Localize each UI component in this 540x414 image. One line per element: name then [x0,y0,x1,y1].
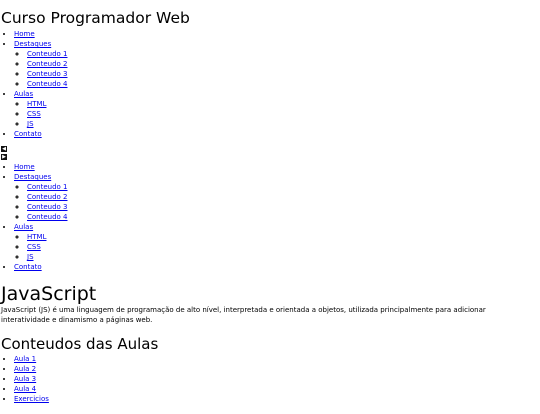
submenu-item: Conteudo 2 [27,59,539,69]
submenu-link-css[interactable]: CSS [27,110,41,118]
submenu-link-conteudo-1[interactable]: Conteudo 1 [27,183,68,191]
site-title: Curso Programador Web [1,9,190,27]
submenu-link-js[interactable]: JS [27,253,34,261]
submenu-item: Conteudo 2 [27,192,539,202]
menu-item-destaques: Destaques Conteudo 1 Conteudo 2 Conteudo… [14,39,539,89]
menu-item-aulas: Aulas HTML CSS JS [14,222,539,262]
submenu-item: Conteudo 1 [27,49,539,59]
menu-link-destaques[interactable]: Destaques [14,40,51,48]
menu-toggle-controls: ◀ ▶ [1,146,539,160]
submenu-item: Conteudo 4 [27,79,539,89]
submenu-link-conteudo-4[interactable]: Conteudo 4 [27,213,68,221]
page: Curso Programador Web Home Destaques Con… [0,9,540,404]
menu-item-destaques: Destaques Conteudo 1 Conteudo 2 Conteudo… [14,172,539,222]
submenu-link-html[interactable]: HTML [27,233,46,241]
submenu-item: CSS [27,242,539,252]
contents-link-aula-3[interactable]: Aula 3 [14,375,36,383]
list-item: Aula 4 [14,384,539,394]
menu-link-home[interactable]: Home [14,163,35,171]
list-item: Exercicios [14,394,539,404]
menu-link-home[interactable]: Home [14,30,35,38]
contents-link-aula-4[interactable]: Aula 4 [14,385,36,393]
menu-link-destaques[interactable]: Destaques [14,173,51,181]
submenu-item: CSS [27,109,539,119]
submenu-link-html[interactable]: HTML [27,100,46,108]
submenu-item: JS [27,252,539,262]
submenu-link-conteudo-3[interactable]: Conteudo 3 [27,203,68,211]
list-item: Aula 2 [14,364,539,374]
menu-link-aulas[interactable]: Aulas [14,90,33,98]
submenu-item: Conteudo 3 [27,202,539,212]
submenu-item: HTML [27,99,539,109]
submenu-item: Conteudo 3 [27,69,539,79]
article-text: JavaScript (JS) é uma linguagem de progr… [1,306,486,324]
menu-item-contato: Contato [14,262,539,272]
article-title: JavaScript [1,283,97,305]
submenu-link-css[interactable]: CSS [27,243,41,251]
next-arrow-icon[interactable]: ▶ [1,154,7,160]
contents-link-exercicios[interactable]: Exercicios [14,395,49,403]
submenu-aulas: HTML CSS JS [14,99,539,129]
menu-item-contato: Contato [14,129,539,139]
menu-link-contato[interactable]: Contato [14,263,42,271]
submenu-link-conteudo-2[interactable]: Conteudo 2 [27,60,68,68]
contents-link-aula-2[interactable]: Aula 2 [14,365,36,373]
contents-list: Aula 1 Aula 2 Aula 3 Aula 4 Exercicios [1,354,539,404]
prev-arrow-icon[interactable]: ◀ [1,146,7,152]
submenu-link-js[interactable]: JS [27,120,34,128]
submenu-link-conteudo-2[interactable]: Conteudo 2 [27,193,68,201]
contents-link-aula-1[interactable]: Aula 1 [14,355,36,363]
submenu-link-conteudo-3[interactable]: Conteudo 3 [27,70,68,78]
menu-link-contato[interactable]: Contato [14,130,42,138]
contents-title: Conteudos das Aulas [1,335,159,353]
submenu-aulas: HTML CSS JS [14,232,539,262]
main-menu-top: Home Destaques Conteudo 1 Conteudo 2 Con… [1,29,539,139]
menu-link-aulas[interactable]: Aulas [14,223,33,231]
menu-item-home: Home [14,29,539,39]
menu-item-home: Home [14,162,539,172]
submenu-item: HTML [27,232,539,242]
submenu-item: Conteudo 1 [27,182,539,192]
main-menu-bottom: Home Destaques Conteudo 1 Conteudo 2 Con… [1,162,539,272]
list-item: Aula 3 [14,374,539,384]
submenu-item: Conteudo 4 [27,212,539,222]
submenu-link-conteudo-4[interactable]: Conteudo 4 [27,80,68,88]
submenu-link-conteudo-1[interactable]: Conteudo 1 [27,50,68,58]
submenu-destaques: Conteudo 1 Conteudo 2 Conteudo 3 Conteud… [14,49,539,89]
menu-item-aulas: Aulas HTML CSS JS [14,89,539,129]
list-item: Aula 1 [14,354,539,364]
submenu-item: JS [27,119,539,129]
submenu-destaques: Conteudo 1 Conteudo 2 Conteudo 3 Conteud… [14,182,539,222]
